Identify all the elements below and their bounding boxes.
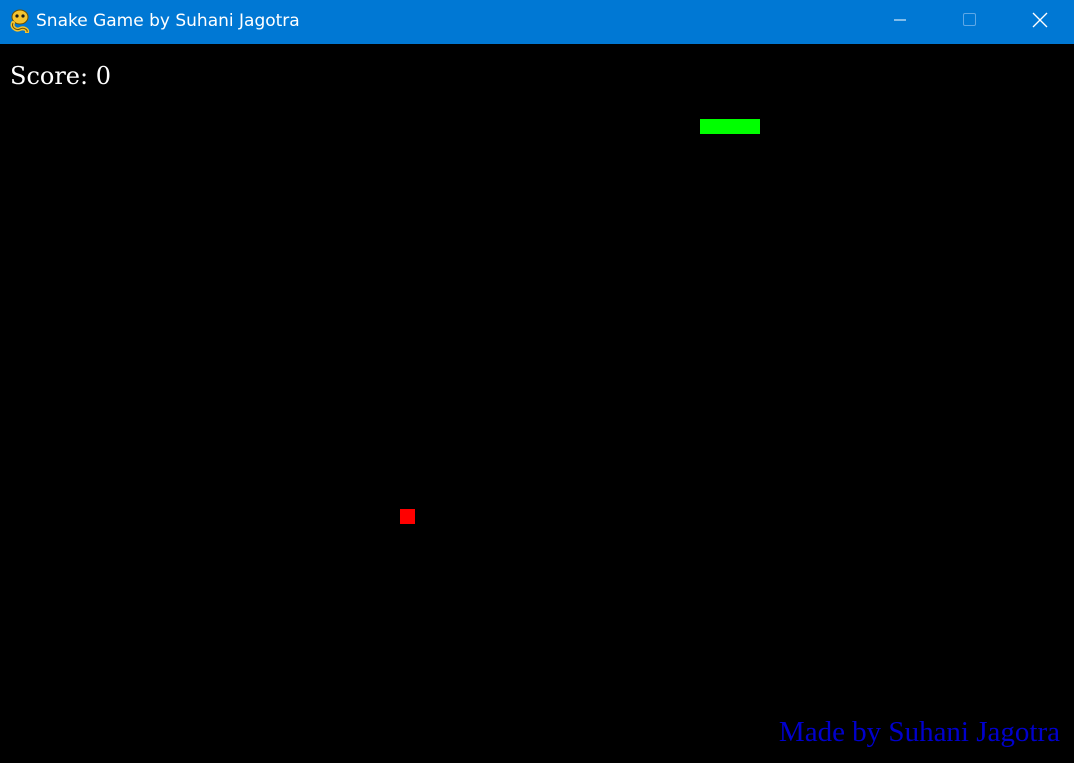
close-button[interactable] [1005, 0, 1074, 44]
title-bar[interactable]: Snake Game by Suhani Jagotra [0, 0, 1074, 44]
pygame-snake-icon [9, 9, 30, 34]
window-title: Snake Game by Suhani Jagotra [36, 11, 300, 31]
credit-text: Made by Suhani Jagotra [778, 716, 1060, 748]
score-label: Score: 0 [10, 62, 111, 90]
game-window: Snake Game by Suhani Jagotra Score: 0 Ma… [0, 0, 1074, 763]
food-pellet [400, 509, 415, 524]
maximize-button[interactable] [934, 0, 1004, 44]
snake-body [700, 119, 760, 134]
minimize-icon [894, 13, 906, 31]
game-canvas[interactable]: Score: 0 Made by Suhani Jagotra [0, 44, 1074, 763]
close-icon [1032, 12, 1048, 33]
minimize-button[interactable] [865, 0, 935, 44]
maximize-icon [962, 13, 976, 31]
